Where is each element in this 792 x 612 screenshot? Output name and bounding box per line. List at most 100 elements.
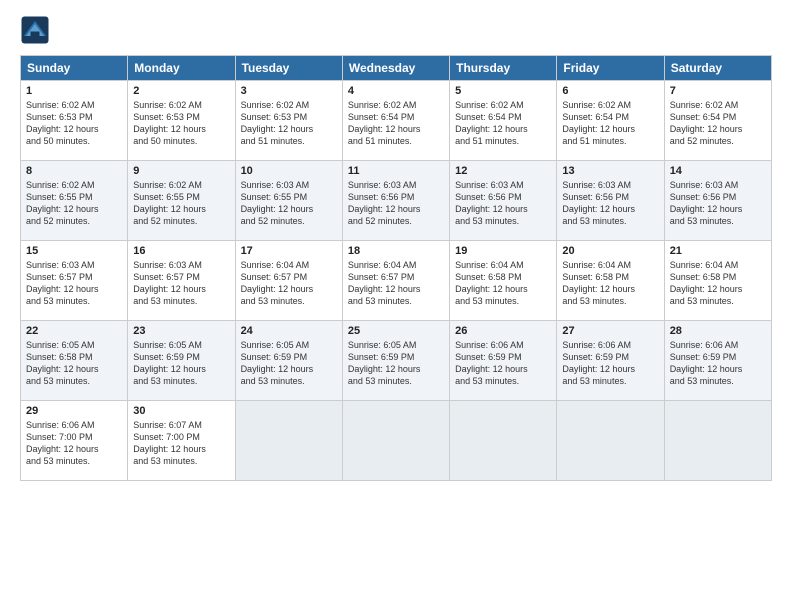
header bbox=[20, 15, 772, 45]
day-cell: 20Sunrise: 6:04 AM Sunset: 6:58 PM Dayli… bbox=[557, 241, 664, 321]
day-cell: 7 Sunrise: 6:02 AM Sunset: 6:54 PM Daylig… bbox=[664, 81, 771, 161]
day-cell: 25 Sunrise: 6:05 AM Sunset: 6:59 PM Dayli… bbox=[342, 321, 449, 401]
day-cell: 4 Sunrise: 6:02 AM Sunset: 6:54 PM Daylig… bbox=[342, 81, 449, 161]
day-number: 13 bbox=[562, 165, 658, 177]
day-number: 6 bbox=[562, 85, 658, 97]
day-info: Sunrise: 6:02 AM Sunset: 6:54 PM Dayligh… bbox=[348, 99, 444, 148]
day-number: 11 bbox=[348, 165, 444, 177]
day-number: 18 bbox=[348, 245, 444, 257]
day-cell: 18 Sunrise: 6:04 AM Sunset: 6:57 PM Dayli… bbox=[342, 241, 449, 321]
col-sunday: Sunday bbox=[21, 56, 128, 81]
day-cell: 15Sunrise: 6:03 AM Sunset: 6:57 PM Dayli… bbox=[21, 241, 128, 321]
day-cell: 6 Sunrise: 6:02 AM Sunset: 6:54 PM Daylig… bbox=[557, 81, 664, 161]
day-number: 8 bbox=[26, 165, 122, 177]
calendar-table: Sunday Monday Tuesday Wednesday Thursday… bbox=[20, 55, 772, 481]
day-cell bbox=[664, 401, 771, 481]
day-info: Sunrise: 6:02 AM Sunset: 6:53 PM Dayligh… bbox=[26, 99, 122, 148]
calendar-body: 1 Sunrise: 6:02 AM Sunset: 6:53 PM Daylig… bbox=[21, 81, 772, 481]
day-number: 16 bbox=[133, 245, 229, 257]
day-info: Sunrise: 6:06 AM Sunset: 6:59 PM Dayligh… bbox=[562, 339, 658, 388]
day-info: Sunrise: 6:02 AM Sunset: 6:54 PM Dayligh… bbox=[562, 99, 658, 148]
day-cell: 24 Sunrise: 6:05 AM Sunset: 6:59 PM Dayli… bbox=[235, 321, 342, 401]
day-cell: 2 Sunrise: 6:02 AM Sunset: 6:53 PM Daylig… bbox=[128, 81, 235, 161]
day-info: Sunrise: 6:03 AM Sunset: 6:57 PM Dayligh… bbox=[133, 259, 229, 308]
day-cell: 12 Sunrise: 6:03 AM Sunset: 6:56 PM Dayli… bbox=[450, 161, 557, 241]
day-number: 17 bbox=[241, 245, 337, 257]
calendar-page: Sunday Monday Tuesday Wednesday Thursday… bbox=[0, 0, 792, 612]
day-info: Sunrise: 6:02 AM Sunset: 6:53 PM Dayligh… bbox=[133, 99, 229, 148]
day-cell: 30 Sunrise: 6:07 AM Sunset: 7:00 PM Dayli… bbox=[128, 401, 235, 481]
day-number: 14 bbox=[670, 165, 766, 177]
day-info: Sunrise: 6:05 AM Sunset: 6:59 PM Dayligh… bbox=[241, 339, 337, 388]
day-number: 24 bbox=[241, 325, 337, 337]
day-cell bbox=[235, 401, 342, 481]
day-info: Sunrise: 6:04 AM Sunset: 6:57 PM Dayligh… bbox=[241, 259, 337, 308]
col-tuesday: Tuesday bbox=[235, 56, 342, 81]
day-number: 28 bbox=[670, 325, 766, 337]
col-friday: Friday bbox=[557, 56, 664, 81]
day-cell: 11 Sunrise: 6:03 AM Sunset: 6:56 PM Dayli… bbox=[342, 161, 449, 241]
day-cell: 1 Sunrise: 6:02 AM Sunset: 6:53 PM Daylig… bbox=[21, 81, 128, 161]
day-number: 2 bbox=[133, 85, 229, 97]
day-number: 1 bbox=[26, 85, 122, 97]
day-cell: 5 Sunrise: 6:02 AM Sunset: 6:54 PM Daylig… bbox=[450, 81, 557, 161]
day-info: Sunrise: 6:06 AM Sunset: 6:59 PM Dayligh… bbox=[455, 339, 551, 388]
day-number: 12 bbox=[455, 165, 551, 177]
day-number: 5 bbox=[455, 85, 551, 97]
day-cell bbox=[557, 401, 664, 481]
day-number: 29 bbox=[26, 405, 122, 417]
day-info: Sunrise: 6:05 AM Sunset: 6:59 PM Dayligh… bbox=[348, 339, 444, 388]
day-cell: 23 Sunrise: 6:05 AM Sunset: 6:59 PM Dayli… bbox=[128, 321, 235, 401]
day-info: Sunrise: 6:03 AM Sunset: 6:55 PM Dayligh… bbox=[241, 179, 337, 228]
day-info: Sunrise: 6:06 AM Sunset: 7:00 PM Dayligh… bbox=[26, 419, 122, 468]
day-number: 30 bbox=[133, 405, 229, 417]
day-cell: 9Sunrise: 6:02 AM Sunset: 6:55 PM Daylig… bbox=[128, 161, 235, 241]
day-number: 7 bbox=[670, 85, 766, 97]
logo bbox=[20, 15, 54, 45]
week-row-2: 8 Sunrise: 6:02 AM Sunset: 6:55 PM Daylig… bbox=[21, 161, 772, 241]
day-cell: 22 Sunrise: 6:05 AM Sunset: 6:58 PM Dayli… bbox=[21, 321, 128, 401]
day-info: Sunrise: 6:07 AM Sunset: 7:00 PM Dayligh… bbox=[133, 419, 229, 468]
day-cell: 13 Sunrise: 6:03 AM Sunset: 6:56 PM Dayli… bbox=[557, 161, 664, 241]
day-info: Sunrise: 6:04 AM Sunset: 6:58 PM Dayligh… bbox=[670, 259, 766, 308]
day-cell: 19Sunrise: 6:04 AM Sunset: 6:58 PM Dayli… bbox=[450, 241, 557, 321]
week-row-4: 22 Sunrise: 6:05 AM Sunset: 6:58 PM Dayli… bbox=[21, 321, 772, 401]
day-number: 10 bbox=[241, 165, 337, 177]
week-row-1: 1 Sunrise: 6:02 AM Sunset: 6:53 PM Daylig… bbox=[21, 81, 772, 161]
day-number: 21 bbox=[670, 245, 766, 257]
col-monday: Monday bbox=[128, 56, 235, 81]
day-number: 25 bbox=[348, 325, 444, 337]
day-cell: 17 Sunrise: 6:04 AM Sunset: 6:57 PM Dayli… bbox=[235, 241, 342, 321]
day-cell bbox=[450, 401, 557, 481]
day-number: 4 bbox=[348, 85, 444, 97]
day-number: 9 bbox=[133, 165, 229, 177]
day-info: Sunrise: 6:03 AM Sunset: 6:56 PM Dayligh… bbox=[455, 179, 551, 228]
day-info: Sunrise: 6:03 AM Sunset: 6:56 PM Dayligh… bbox=[348, 179, 444, 228]
day-info: Sunrise: 6:05 AM Sunset: 6:58 PM Dayligh… bbox=[26, 339, 122, 388]
day-number: 15 bbox=[26, 245, 122, 257]
day-info: Sunrise: 6:02 AM Sunset: 6:55 PM Dayligh… bbox=[26, 179, 122, 228]
day-number: 23 bbox=[133, 325, 229, 337]
day-cell: 16 Sunrise: 6:03 AM Sunset: 6:57 PM Dayli… bbox=[128, 241, 235, 321]
day-info: Sunrise: 6:05 AM Sunset: 6:59 PM Dayligh… bbox=[133, 339, 229, 388]
day-info: Sunrise: 6:02 AM Sunset: 6:54 PM Dayligh… bbox=[455, 99, 551, 148]
logo-icon bbox=[20, 15, 50, 45]
day-cell: 8 Sunrise: 6:02 AM Sunset: 6:55 PM Daylig… bbox=[21, 161, 128, 241]
day-cell: 10 Sunrise: 6:03 AM Sunset: 6:55 PM Dayli… bbox=[235, 161, 342, 241]
day-info: Sunrise: 6:06 AM Sunset: 6:59 PM Dayligh… bbox=[670, 339, 766, 388]
col-thursday: Thursday bbox=[450, 56, 557, 81]
col-wednesday: Wednesday bbox=[342, 56, 449, 81]
day-info: Sunrise: 6:04 AM Sunset: 6:57 PM Dayligh… bbox=[348, 259, 444, 308]
week-row-5: 29 Sunrise: 6:06 AM Sunset: 7:00 PM Dayli… bbox=[21, 401, 772, 481]
day-cell: 27Sunrise: 6:06 AM Sunset: 6:59 PM Dayli… bbox=[557, 321, 664, 401]
week-row-3: 15 Sunrise: 6:03 AM Sunset: 6:57 PM Dayli… bbox=[21, 241, 772, 321]
day-cell: 28 Sunrise: 6:06 AM Sunset: 6:59 PM Dayli… bbox=[664, 321, 771, 401]
day-number: 3 bbox=[241, 85, 337, 97]
day-info: Sunrise: 6:02 AM Sunset: 6:54 PM Dayligh… bbox=[670, 99, 766, 148]
day-cell bbox=[342, 401, 449, 481]
col-saturday: Saturday bbox=[664, 56, 771, 81]
day-number: 22 bbox=[26, 325, 122, 337]
day-number: 26 bbox=[455, 325, 551, 337]
day-info: Sunrise: 6:03 AM Sunset: 6:56 PM Dayligh… bbox=[562, 179, 658, 228]
day-cell: 3Sunrise: 6:02 AM Sunset: 6:53 PM Daylig… bbox=[235, 81, 342, 161]
